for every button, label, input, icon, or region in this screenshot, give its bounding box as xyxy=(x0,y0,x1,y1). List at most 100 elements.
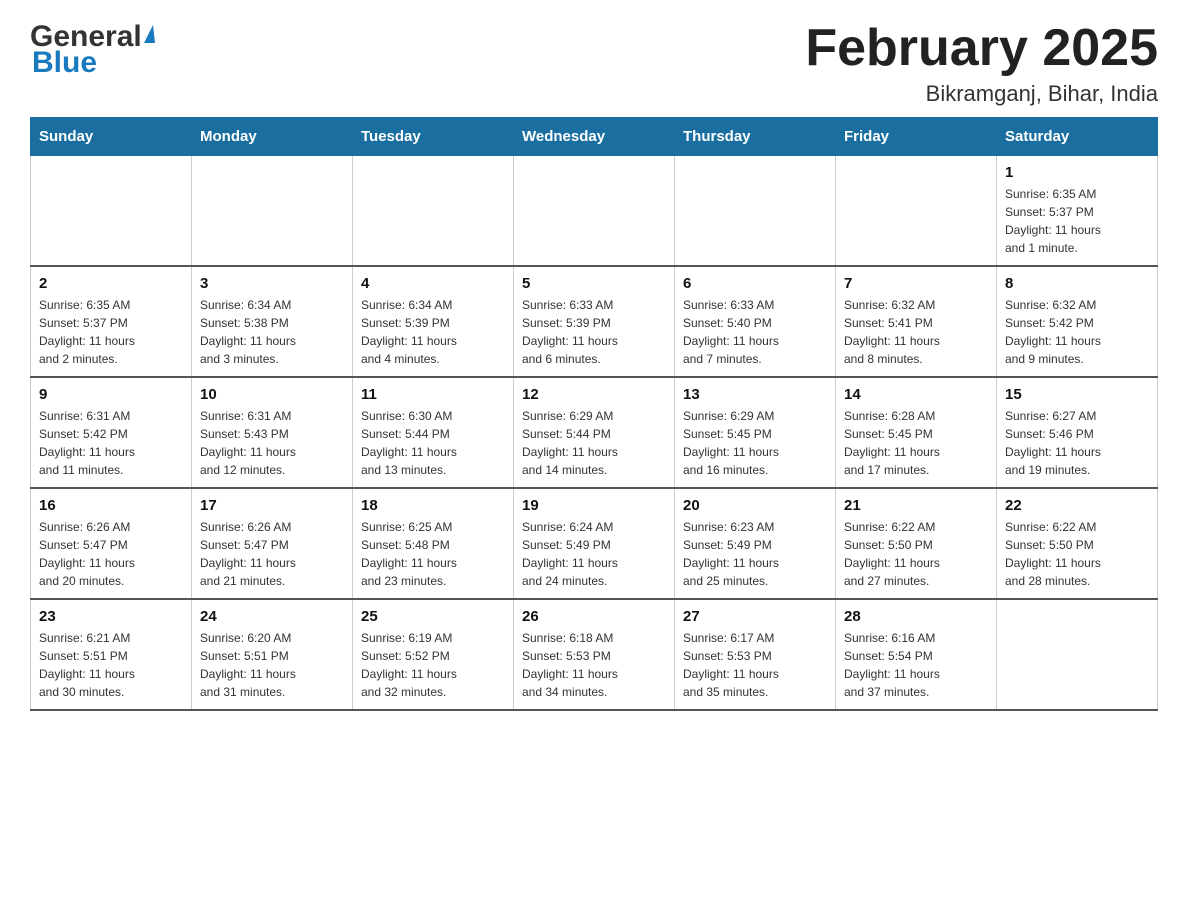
day-number: 13 xyxy=(683,386,827,403)
calendar-week-row: 2 Sunrise: 6:35 AM Sunset: 5:37 PM Daylig… xyxy=(31,266,1158,377)
weekday-header-tuesday: Tuesday xyxy=(353,118,514,156)
day-info: Sunrise: 6:28 AM Sunset: 5:45 PM Dayligh… xyxy=(844,407,988,479)
day-info: Sunrise: 6:22 AM Sunset: 5:50 PM Dayligh… xyxy=(844,518,988,590)
day-number: 18 xyxy=(361,497,505,514)
day-info: Sunrise: 6:34 AM Sunset: 5:39 PM Dayligh… xyxy=(361,296,505,368)
day-number: 23 xyxy=(39,608,183,625)
calendar-day-6: 6 Sunrise: 6:33 AM Sunset: 5:40 PM Daylig… xyxy=(675,266,836,377)
calendar-day-7: 7 Sunrise: 6:32 AM Sunset: 5:41 PM Daylig… xyxy=(836,266,997,377)
day-info: Sunrise: 6:31 AM Sunset: 5:42 PM Dayligh… xyxy=(39,407,183,479)
calendar-week-row: 1 Sunrise: 6:35 AM Sunset: 5:37 PM Daylig… xyxy=(31,156,1158,267)
day-info: Sunrise: 6:34 AM Sunset: 5:38 PM Dayligh… xyxy=(200,296,344,368)
calendar-day-4: 4 Sunrise: 6:34 AM Sunset: 5:39 PM Daylig… xyxy=(353,266,514,377)
day-number: 3 xyxy=(200,275,344,292)
calendar-day-24: 24 Sunrise: 6:20 AM Sunset: 5:51 PM Dayli… xyxy=(192,599,353,710)
day-number: 21 xyxy=(844,497,988,514)
calendar-day-21: 21 Sunrise: 6:22 AM Sunset: 5:50 PM Dayli… xyxy=(836,488,997,599)
day-number: 2 xyxy=(39,275,183,292)
day-info: Sunrise: 6:31 AM Sunset: 5:43 PM Dayligh… xyxy=(200,407,344,479)
day-info: Sunrise: 6:22 AM Sunset: 5:50 PM Dayligh… xyxy=(1005,518,1149,590)
calendar-day-23: 23Sunrise: 6:21 AM Sunset: 5:51 PM Dayli… xyxy=(31,599,192,710)
calendar-day-16: 16 Sunrise: 6:26 AM Sunset: 5:47 PM Dayli… xyxy=(31,488,192,599)
calendar-day-22: 22 Sunrise: 6:22 AM Sunset: 5:50 PM Dayli… xyxy=(997,488,1158,599)
calendar-day-5: 5Sunrise: 6:33 AM Sunset: 5:39 PM Daylig… xyxy=(514,266,675,377)
day-number: 14 xyxy=(844,386,988,403)
calendar-day-3: 3 Sunrise: 6:34 AM Sunset: 5:38 PM Daylig… xyxy=(192,266,353,377)
day-number: 4 xyxy=(361,275,505,292)
day-info: Sunrise: 6:29 AM Sunset: 5:45 PM Dayligh… xyxy=(683,407,827,479)
day-info: Sunrise: 6:26 AM Sunset: 5:47 PM Dayligh… xyxy=(39,518,183,590)
calendar-day-13: 13 Sunrise: 6:29 AM Sunset: 5:45 PM Dayli… xyxy=(675,377,836,488)
day-number: 20 xyxy=(683,497,827,514)
calendar-subtitle: Bikramganj, Bihar, India xyxy=(805,81,1158,107)
day-number: 8 xyxy=(1005,275,1149,292)
day-info: Sunrise: 6:23 AM Sunset: 5:49 PM Dayligh… xyxy=(683,518,827,590)
day-number: 25 xyxy=(361,608,505,625)
day-number: 1 xyxy=(1005,164,1149,181)
calendar-day-17: 17 Sunrise: 6:26 AM Sunset: 5:47 PM Dayli… xyxy=(192,488,353,599)
day-number: 22 xyxy=(1005,497,1149,514)
calendar-day-empty xyxy=(675,156,836,267)
day-number: 11 xyxy=(361,386,505,403)
calendar-day-20: 20 Sunrise: 6:23 AM Sunset: 5:49 PM Dayli… xyxy=(675,488,836,599)
day-number: 27 xyxy=(683,608,827,625)
day-info: Sunrise: 6:25 AM Sunset: 5:48 PM Dayligh… xyxy=(361,518,505,590)
day-info: Sunrise: 6:19 AM Sunset: 5:52 PM Dayligh… xyxy=(361,629,505,701)
day-number: 12 xyxy=(522,386,666,403)
day-number: 7 xyxy=(844,275,988,292)
logo: General Blue xyxy=(30,20,155,80)
calendar-day-11: 11 Sunrise: 6:30 AM Sunset: 5:44 PM Dayli… xyxy=(353,377,514,488)
calendar-day-8: 8Sunrise: 6:32 AM Sunset: 5:42 PM Daylig… xyxy=(997,266,1158,377)
day-number: 5 xyxy=(522,275,666,292)
day-number: 24 xyxy=(200,608,344,625)
calendar-day-9: 9 Sunrise: 6:31 AM Sunset: 5:42 PM Daylig… xyxy=(31,377,192,488)
calendar-day-empty xyxy=(836,156,997,267)
calendar-table: SundayMondayTuesdayWednesdayThursdayFrid… xyxy=(30,117,1158,711)
calendar-day-15: 15 Sunrise: 6:27 AM Sunset: 5:46 PM Dayli… xyxy=(997,377,1158,488)
day-info: Sunrise: 6:32 AM Sunset: 5:41 PM Dayligh… xyxy=(844,296,988,368)
calendar-day-27: 27Sunrise: 6:17 AM Sunset: 5:53 PM Dayli… xyxy=(675,599,836,710)
calendar-week-row: 16 Sunrise: 6:26 AM Sunset: 5:47 PM Dayli… xyxy=(31,488,1158,599)
calendar-day-empty xyxy=(31,156,192,267)
calendar-day-12: 12 Sunrise: 6:29 AM Sunset: 5:44 PM Dayli… xyxy=(514,377,675,488)
day-number: 6 xyxy=(683,275,827,292)
calendar-week-row: 23Sunrise: 6:21 AM Sunset: 5:51 PM Dayli… xyxy=(31,599,1158,710)
title-block: February 2025 Bikramganj, Bihar, India xyxy=(805,20,1158,107)
day-number: 15 xyxy=(1005,386,1149,403)
calendar-day-19: 19 Sunrise: 6:24 AM Sunset: 5:49 PM Dayli… xyxy=(514,488,675,599)
day-number: 19 xyxy=(522,497,666,514)
logo-blue: Blue xyxy=(32,46,97,80)
calendar-day-18: 18 Sunrise: 6:25 AM Sunset: 5:48 PM Dayli… xyxy=(353,488,514,599)
calendar-day-empty xyxy=(997,599,1158,710)
calendar-week-row: 9 Sunrise: 6:31 AM Sunset: 5:42 PM Daylig… xyxy=(31,377,1158,488)
day-number: 16 xyxy=(39,497,183,514)
day-info: Sunrise: 6:35 AM Sunset: 5:37 PM Dayligh… xyxy=(1005,185,1149,257)
calendar-day-empty xyxy=(192,156,353,267)
calendar-title: February 2025 xyxy=(805,20,1158,77)
day-number: 17 xyxy=(200,497,344,514)
day-number: 26 xyxy=(522,608,666,625)
weekday-header-saturday: Saturday xyxy=(997,118,1158,156)
weekday-header-row: SundayMondayTuesdayWednesdayThursdayFrid… xyxy=(31,118,1158,156)
calendar-day-25: 25 Sunrise: 6:19 AM Sunset: 5:52 PM Dayli… xyxy=(353,599,514,710)
day-info: Sunrise: 6:33 AM Sunset: 5:40 PM Dayligh… xyxy=(683,296,827,368)
weekday-header-thursday: Thursday xyxy=(675,118,836,156)
day-info: Sunrise: 6:20 AM Sunset: 5:51 PM Dayligh… xyxy=(200,629,344,701)
day-info: Sunrise: 6:27 AM Sunset: 5:46 PM Dayligh… xyxy=(1005,407,1149,479)
calendar-day-28: 28 Sunrise: 6:16 AM Sunset: 5:54 PM Dayli… xyxy=(836,599,997,710)
weekday-header-sunday: Sunday xyxy=(31,118,192,156)
day-info: Sunrise: 6:18 AM Sunset: 5:53 PM Dayligh… xyxy=(522,629,666,701)
day-info: Sunrise: 6:24 AM Sunset: 5:49 PM Dayligh… xyxy=(522,518,666,590)
day-info: Sunrise: 6:29 AM Sunset: 5:44 PM Dayligh… xyxy=(522,407,666,479)
day-info: Sunrise: 6:30 AM Sunset: 5:44 PM Dayligh… xyxy=(361,407,505,479)
day-info: Sunrise: 6:16 AM Sunset: 5:54 PM Dayligh… xyxy=(844,629,988,701)
day-number: 10 xyxy=(200,386,344,403)
logo-triangle-icon xyxy=(144,25,155,43)
day-info: Sunrise: 6:26 AM Sunset: 5:47 PM Dayligh… xyxy=(200,518,344,590)
calendar-day-empty xyxy=(514,156,675,267)
page-header: General Blue February 2025 Bikramganj, B… xyxy=(30,20,1158,107)
weekday-header-wednesday: Wednesday xyxy=(514,118,675,156)
day-number: 28 xyxy=(844,608,988,625)
day-number: 9 xyxy=(39,386,183,403)
day-info: Sunrise: 6:35 AM Sunset: 5:37 PM Dayligh… xyxy=(39,296,183,368)
